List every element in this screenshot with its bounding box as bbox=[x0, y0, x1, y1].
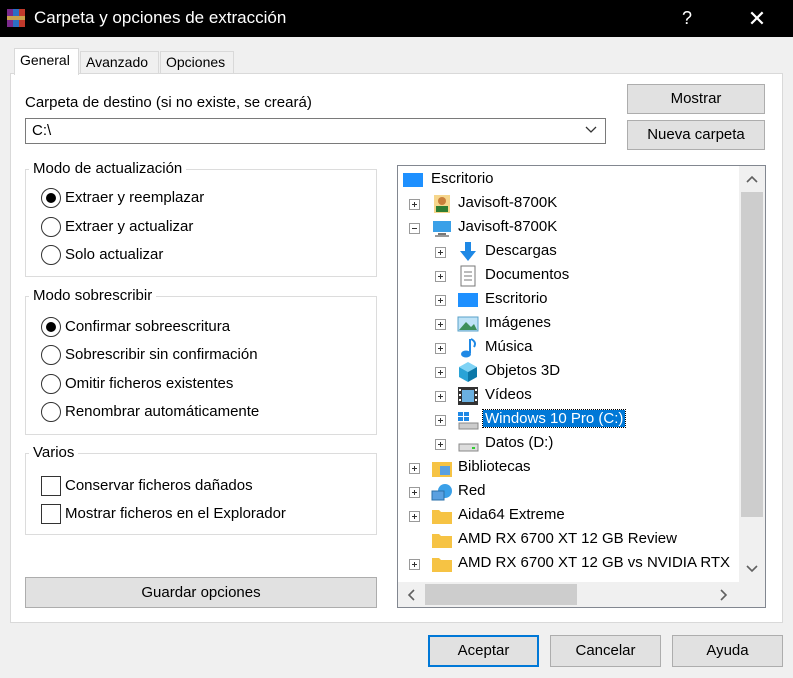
cancel-button[interactable]: Cancelar bbox=[550, 635, 661, 667]
winrar-app-icon bbox=[7, 9, 25, 27]
tree-item[interactable]: Vídeos bbox=[398, 384, 738, 408]
tree-item[interactable]: Descargas bbox=[398, 240, 738, 264]
network-icon bbox=[431, 484, 452, 501]
misc-group bbox=[25, 453, 377, 535]
expand-icon[interactable] bbox=[435, 343, 446, 354]
close-button[interactable]: ✕ bbox=[734, 0, 780, 37]
expand-icon[interactable] bbox=[435, 271, 446, 282]
destination-combobox[interactable]: C:\ bbox=[25, 118, 606, 144]
collapse-icon[interactable] bbox=[409, 223, 420, 234]
tree-item[interactable]: Javisoft-8700K bbox=[398, 192, 738, 216]
drive-icon bbox=[458, 443, 479, 452]
expand-icon[interactable] bbox=[435, 415, 446, 426]
accept-button[interactable]: Aceptar bbox=[428, 635, 539, 667]
scroll-left-arrow-icon[interactable] bbox=[406, 589, 416, 601]
show-button[interactable]: Mostrar bbox=[627, 84, 765, 114]
documents-icon bbox=[460, 265, 476, 287]
expand-icon[interactable] bbox=[435, 319, 446, 330]
tab-general[interactable]: General bbox=[14, 48, 79, 75]
help-button[interactable]: Ayuda bbox=[672, 635, 783, 667]
misc-title: Varios bbox=[29, 444, 79, 461]
radio-label: Sobrescribir sin confirmación bbox=[65, 346, 258, 363]
videos-icon bbox=[458, 387, 478, 405]
folder-icon bbox=[432, 510, 452, 524]
checkbox-show-in-explorer[interactable] bbox=[41, 504, 61, 524]
desktop-icon bbox=[458, 293, 478, 307]
window-title: Carpeta y opciones de extracción bbox=[34, 8, 287, 27]
expand-icon[interactable] bbox=[435, 439, 446, 450]
radio-label: Confirmar sobreescritura bbox=[65, 318, 231, 335]
radio-confirm-overwrite[interactable] bbox=[41, 317, 61, 337]
radio-update-only[interactable] bbox=[41, 245, 61, 265]
tree-item[interactable]: Imágenes bbox=[398, 312, 738, 336]
expand-icon[interactable] bbox=[435, 391, 446, 402]
scrollbar-corner bbox=[739, 582, 765, 607]
desktop-icon bbox=[403, 173, 423, 187]
expand-icon[interactable] bbox=[409, 559, 420, 570]
checkbox-keep-broken-files[interactable] bbox=[41, 476, 61, 496]
tree-item[interactable]: Música bbox=[398, 336, 738, 360]
destination-label: Carpeta de destino (si no existe, se cre… bbox=[25, 94, 312, 111]
chevron-down-icon bbox=[585, 126, 597, 133]
update-mode-title: Modo de actualización bbox=[29, 160, 187, 177]
radio-label: Renombrar automáticamente bbox=[65, 403, 260, 420]
expand-icon[interactable] bbox=[409, 487, 420, 498]
tab-options[interactable]: Opciones bbox=[160, 51, 234, 74]
tree-item[interactable]: Javisoft-8700K bbox=[398, 216, 738, 240]
scroll-up-arrow-icon[interactable] bbox=[746, 174, 758, 184]
radio-auto-rename[interactable] bbox=[41, 402, 61, 422]
tree-item[interactable]: Datos (D:) bbox=[398, 432, 738, 456]
help-title-button[interactable]: ? bbox=[664, 0, 710, 37]
scroll-down-arrow-icon[interactable] bbox=[746, 564, 758, 574]
checkbox-label: Conservar ficheros dañados bbox=[65, 477, 253, 494]
expand-icon[interactable] bbox=[435, 295, 446, 306]
tree-item[interactable]: Objetos 3D bbox=[398, 360, 738, 384]
horizontal-scrollbar[interactable] bbox=[398, 582, 739, 607]
radio-label: Extraer y actualizar bbox=[65, 218, 194, 235]
downloads-icon bbox=[460, 242, 476, 261]
radio-label: Omitir ficheros existentes bbox=[65, 375, 234, 392]
3d-objects-icon bbox=[459, 362, 477, 382]
tree-item-selected[interactable]: Windows 10 Pro (C:) bbox=[398, 408, 738, 432]
expand-icon[interactable] bbox=[435, 247, 446, 258]
new-folder-button[interactable]: Nueva carpeta bbox=[627, 120, 765, 150]
expand-icon[interactable] bbox=[409, 463, 420, 474]
expand-icon[interactable] bbox=[409, 199, 420, 210]
radio-label: Solo actualizar bbox=[65, 246, 164, 263]
folder-icon bbox=[432, 558, 452, 572]
user-icon bbox=[434, 195, 450, 213]
radio-label: Extraer y reemplazar bbox=[65, 189, 205, 206]
destination-value: C:\ bbox=[32, 122, 52, 139]
vertical-scroll-thumb[interactable] bbox=[741, 192, 763, 517]
radio-extract-replace[interactable] bbox=[41, 188, 61, 208]
tree-item[interactable]: Aida64 Extreme bbox=[398, 504, 738, 528]
overwrite-mode-title: Modo sobrescribir bbox=[29, 287, 157, 304]
tree-item[interactable]: Escritorio bbox=[398, 288, 738, 312]
tree-item[interactable]: AMD RX 6700 XT 12 GB Review bbox=[398, 528, 738, 552]
tree-item[interactable]: Red bbox=[398, 480, 738, 504]
tree-item[interactable]: Escritorio bbox=[398, 168, 738, 192]
tree-item[interactable]: Bibliotecas bbox=[398, 456, 738, 480]
windows-drive-icon bbox=[458, 412, 479, 430]
tree-item[interactable]: AMD RX 6700 XT 12 GB vs NVIDIA RTX bbox=[398, 552, 738, 576]
folder-tree[interactable]: Escritorio Javisoft-8700K Javisoft-8700K… bbox=[397, 165, 766, 608]
radio-extract-update[interactable] bbox=[41, 217, 61, 237]
tab-advanced[interactable]: Avanzado bbox=[80, 51, 159, 74]
pictures-icon bbox=[457, 316, 479, 332]
title-bar: Carpeta y opciones de extracción ? ✕ bbox=[0, 0, 793, 37]
computer-icon bbox=[433, 221, 451, 237]
checkbox-label: Mostrar ficheros en el Explorador bbox=[65, 505, 286, 522]
tree-item[interactable]: Documentos bbox=[398, 264, 738, 288]
scroll-right-arrow-icon[interactable] bbox=[719, 589, 729, 601]
radio-skip-existing[interactable] bbox=[41, 374, 61, 394]
save-options-button[interactable]: Guardar opciones bbox=[25, 577, 377, 608]
folder-icon bbox=[432, 534, 452, 548]
expand-icon[interactable] bbox=[435, 367, 446, 378]
radio-overwrite-no-confirm[interactable] bbox=[41, 345, 61, 365]
horizontal-scroll-thumb[interactable] bbox=[425, 584, 577, 605]
libraries-icon bbox=[432, 462, 452, 477]
vertical-scrollbar[interactable] bbox=[739, 166, 765, 583]
music-icon bbox=[461, 338, 476, 358]
expand-icon[interactable] bbox=[409, 511, 420, 522]
